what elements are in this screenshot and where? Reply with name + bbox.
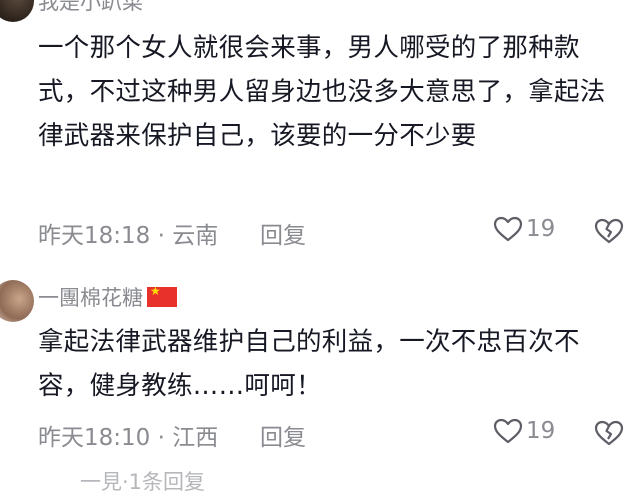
heart-icon xyxy=(493,216,523,242)
heart-icon xyxy=(493,418,523,444)
dislike-button[interactable] xyxy=(594,420,624,452)
china-flag-icon xyxy=(147,284,177,307)
broken-heart-icon xyxy=(594,218,624,244)
dislike-button[interactable] xyxy=(594,218,624,250)
comment-meta: 昨天18:18 · 云南 回复 19 xyxy=(38,216,640,250)
comment-username[interactable]: 我是小趴菜 xyxy=(38,0,143,16)
comment-meta: 昨天18:10 · 江西 回复 19 xyxy=(38,418,640,452)
comment-time-location: 昨天18:10 · 江西 xyxy=(38,425,219,451)
avatar[interactable] xyxy=(0,0,34,22)
comment-username-text: 一團棉花糖 xyxy=(38,286,143,310)
comment-text: 一个那个女人就很会来事，男人哪受的了那种款式，不过这种男人留身边也没多大意思了，… xyxy=(38,33,606,151)
comment-text: 拿起法律武器维护自己的利益，一次不忠百次不容，健身教练……呵呵！ xyxy=(38,327,580,401)
like-count: 19 xyxy=(526,216,556,242)
comment-username[interactable]: 一團棉花糖 xyxy=(38,282,177,312)
like-count: 19 xyxy=(526,418,556,444)
next-comment-username[interactable]: 一見·1条回复 xyxy=(80,466,205,496)
like-button[interactable]: 19 xyxy=(493,216,555,242)
comment-time-location: 昨天18:18 · 云南 xyxy=(38,223,219,249)
avatar[interactable] xyxy=(0,280,34,322)
broken-heart-icon xyxy=(594,420,624,446)
like-button[interactable]: 19 xyxy=(493,418,555,444)
reply-button[interactable]: 回复 xyxy=(260,418,306,452)
reply-button[interactable]: 回复 xyxy=(260,216,306,250)
